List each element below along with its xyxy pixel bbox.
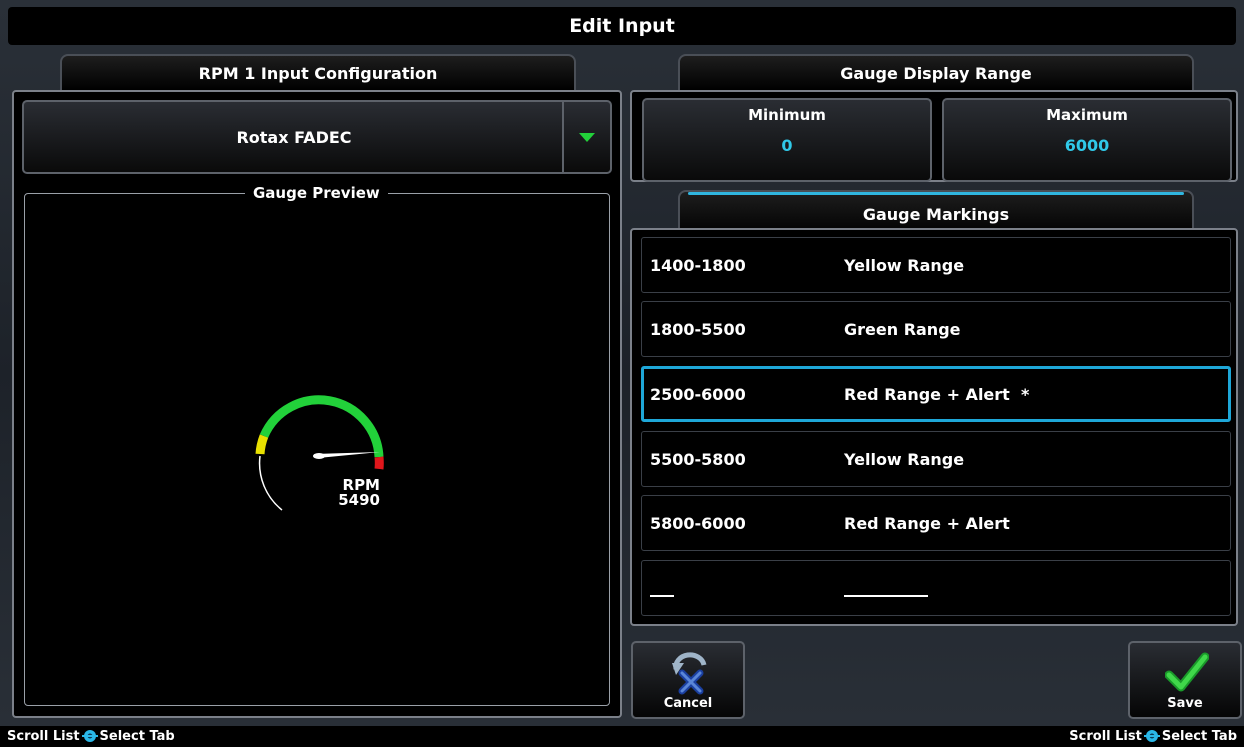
empty-description-placeholder <box>844 595 928 597</box>
marking-description: Red Range + Alert * <box>844 384 1030 404</box>
gauge-scale-arc <box>258 455 283 511</box>
rpm-gauge: RPM 5490 <box>255 395 384 511</box>
marking-description: Yellow Range <box>844 449 965 469</box>
tab-gauge-display-range[interactable]: Gauge Display Range <box>678 54 1194 90</box>
minimum-value: 0 <box>781 136 793 155</box>
scroll-list-hint: Scroll List <box>7 728 80 744</box>
save-label: Save <box>1167 696 1203 711</box>
marking-row[interactable]: 5500-5800 Yellow Range <box>641 431 1231 487</box>
dropdown-selected-value: Rotax FADEC <box>236 127 352 147</box>
cancel-label: Cancel <box>663 696 713 711</box>
knob-icon <box>81 730 98 742</box>
cancel-icon <box>672 652 707 695</box>
select-tab-hint: Select Tab <box>99 728 175 744</box>
minimum-label: Minimum <box>748 106 826 124</box>
marking-description: Red Range + Alert <box>844 513 1010 533</box>
gauge-value: 5490 <box>338 491 380 509</box>
marking-row[interactable]: 1400-1800 Yellow Range <box>641 237 1231 293</box>
gauge-green-band <box>259 395 384 458</box>
empty-range-placeholder <box>650 595 674 597</box>
status-hint-right: Scroll List Select Tab <box>1069 728 1237 744</box>
input-source-dropdown[interactable]: Rotax FADEC <box>22 100 612 174</box>
maximum-label: Maximum <box>1046 106 1128 124</box>
maximum-range-button[interactable]: Maximum 6000 <box>942 98 1232 182</box>
checkmark-icon <box>1165 652 1209 692</box>
window-title: Edit Input <box>8 7 1236 45</box>
knob-icon <box>1143 730 1160 742</box>
marking-range: 1800-5500 <box>650 319 746 339</box>
gauge-needle-hub <box>313 453 325 459</box>
save-button[interactable]: Save <box>1128 641 1242 719</box>
marking-description: Yellow Range <box>844 255 965 275</box>
dropdown-toggle[interactable] <box>562 102 610 172</box>
gauge-preview-title: Gauge Preview <box>245 184 388 202</box>
minimum-range-button[interactable]: Minimum 0 <box>642 98 932 182</box>
select-tab-hint: Select Tab <box>1161 728 1237 744</box>
marking-range: 2500-6000 <box>650 384 746 404</box>
marking-description: Green Range <box>844 319 961 339</box>
marking-row[interactable]: 5800-6000 Red Range + Alert <box>641 495 1231 551</box>
maximum-value: 6000 <box>1064 136 1110 155</box>
cancel-button[interactable]: Cancel <box>631 641 745 719</box>
marking-range: 5500-5800 <box>650 449 746 469</box>
marking-row[interactable]: 1800-5500 Green Range <box>641 301 1231 357</box>
tab-input-configuration[interactable]: RPM 1 Input Configuration <box>60 54 576 90</box>
scroll-list-hint: Scroll List <box>1069 728 1142 744</box>
status-hint-left: Scroll List Select Tab <box>7 728 175 744</box>
marking-range: 1400-1800 <box>650 255 746 275</box>
chevron-down-icon <box>579 132 595 142</box>
status-bar: Scroll List Select Tab Scroll List Selec… <box>0 726 1244 747</box>
marking-row-empty[interactable] <box>641 560 1231 616</box>
gauge-yellow-band <box>255 434 269 455</box>
marking-row-selected[interactable]: 2500-6000 Red Range + Alert * <box>641 366 1231 422</box>
marking-range: 5800-6000 <box>650 513 746 533</box>
